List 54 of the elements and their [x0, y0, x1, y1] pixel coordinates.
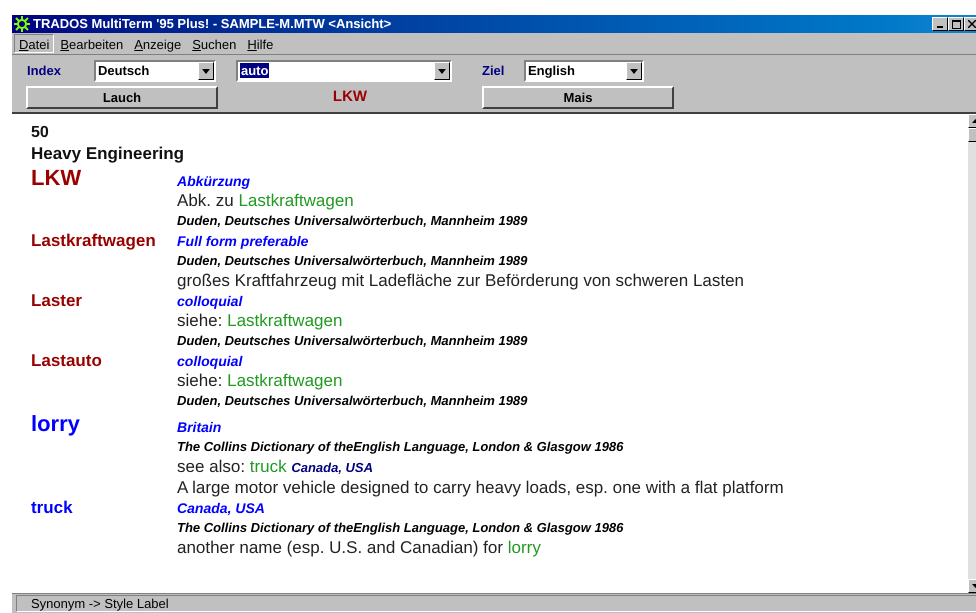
definition-text: see also: truck Canada, USA: [177, 457, 373, 478]
index-label: Index: [26, 62, 62, 80]
term: truck: [31, 498, 74, 518]
source-citation: Duden, Deutsches Universalwörterbuch, Mannheim 1989: [177, 392, 528, 410]
close-icon: [968, 20, 976, 28]
usage-label: colloquial: [177, 352, 242, 371]
subject-field: Heavy Engineering: [31, 143, 968, 165]
target-language-select[interactable]: English: [524, 60, 644, 82]
close-button[interactable]: [964, 17, 976, 31]
previous-term-button[interactable]: Lauch: [26, 86, 218, 109]
cross-reference-link[interactable]: truck: [250, 457, 287, 476]
next-term-button[interactable]: Mais: [482, 86, 674, 109]
definition-text: another name (esp. U.S. and Canadian) for lorry: [177, 538, 541, 558]
cross-reference-link[interactable]: Lastkraftwagen: [238, 191, 354, 210]
cross-reference-link[interactable]: Lastkraftwagen: [227, 371, 342, 390]
term: LKW: [31, 165, 82, 191]
cross-reference-link[interactable]: Lastkraftwagen: [227, 311, 342, 330]
term: Laster: [31, 291, 84, 311]
index-language-select[interactable]: Deutsch: [94, 60, 216, 82]
term: Lastkraftwagen: [31, 231, 157, 251]
source-citation: The Collins Dictionary of theEnglish Language, London & Glasgow 1986: [177, 519, 624, 537]
definition-text: großes Kraftfahrzeug mit Ladefläche zur Beförderung von schweren Lasten: [177, 271, 744, 291]
entry-number: 50: [31, 123, 50, 143]
maximize-button[interactable]: [948, 17, 964, 31]
status-bar: Synonym -> Style Label: [16, 595, 976, 612]
usage-label: Canada, USA: [177, 499, 265, 518]
term: lorry: [31, 411, 81, 437]
menu-item[interactable]: Datei: [14, 34, 54, 53]
menu-item[interactable]: Bearbeiten: [55, 34, 128, 53]
usage-label: Canada, USA: [291, 460, 373, 475]
target-label: Ziel: [481, 62, 506, 80]
usage-label: colloquial: [177, 292, 242, 311]
app-logo-icon: [14, 16, 30, 32]
maximize-icon: [952, 20, 960, 28]
search-combobox[interactable]: auto: [236, 60, 452, 82]
source-citation: The Collins Dictionary of theEnglish Language, London & Glasgow 1986: [177, 438, 624, 456]
definition-text: siehe: Lastkraftwagen: [177, 311, 342, 331]
usage-label: Britain: [177, 418, 222, 437]
usage-label: Abkürzung: [177, 172, 250, 191]
current-term: LKW: [332, 87, 368, 108]
source-citation: Duden, Deutsches Universalwörterbuch, Mannheim 1989: [177, 332, 528, 350]
usage-label: Full form preferable: [177, 232, 308, 251]
term: Lastauto: [31, 351, 103, 371]
definition-text: Abk. zu Lastkraftwagen: [177, 191, 354, 211]
window-title: TRADOS MultiTerm '95 Plus! - SAMPLE-M.MTW <Ansicht>: [33, 15, 392, 34]
source-citation: Duden, Deutsches Universalwörterbuch, Mannheim 1989: [177, 212, 528, 230]
menu-item[interactable]: Suchen: [187, 34, 242, 53]
menu-item[interactable]: Hilfe: [242, 34, 278, 53]
minimize-button[interactable]: [932, 17, 948, 31]
definition-text: A large motor vehicle designed to carry heavy loads, esp. one with a flat platform: [177, 478, 784, 498]
cross-reference-link[interactable]: lorry: [508, 538, 541, 557]
source-citation: Duden, Deutsches Universalwörterbuch, Mannheim 1989: [177, 252, 528, 270]
definition-text: siehe: Lastkraftwagen: [177, 371, 342, 391]
menu-item[interactable]: Anzeige: [129, 34, 186, 53]
